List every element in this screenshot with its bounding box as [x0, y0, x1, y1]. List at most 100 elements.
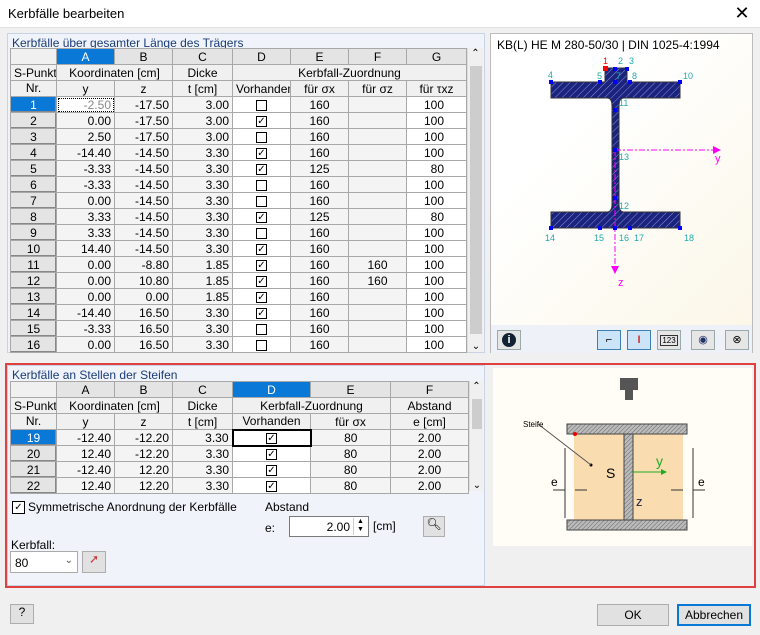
cell[interactable]: -17.50: [114, 112, 173, 129]
col-f[interactable]: F: [348, 48, 407, 65]
cell[interactable]: 160: [290, 96, 349, 113]
vorhanden-cell[interactable]: ✓: [232, 461, 311, 478]
cell[interactable]: 160: [290, 176, 349, 193]
cell[interactable]: 100: [406, 272, 467, 289]
cell[interactable]: 160: [290, 304, 349, 321]
row-header[interactable]: 16: [10, 336, 57, 353]
vorhanden-cell[interactable]: ✓: [232, 272, 291, 289]
vorhanden-cell[interactable]: [232, 96, 291, 113]
cell[interactable]: 0.00: [56, 192, 115, 209]
checkbox[interactable]: ✓: [266, 449, 277, 461]
cell[interactable]: -12.20: [114, 429, 173, 446]
reset-zoom-button[interactable]: ⊗: [725, 330, 749, 350]
cell[interactable]: 100: [406, 304, 467, 321]
row-header[interactable]: 3: [10, 128, 57, 145]
vorhanden-cell[interactable]: ✓: [232, 288, 291, 305]
cell[interactable]: 160: [290, 144, 349, 161]
cell[interactable]: 3.30: [172, 429, 233, 446]
row-header[interactable]: 19: [10, 429, 57, 446]
vorhanden-cell[interactable]: ✓: [232, 208, 291, 225]
cell[interactable]: 3.00: [172, 128, 233, 145]
cell[interactable]: 100: [406, 144, 467, 161]
cell[interactable]: [348, 208, 407, 225]
cell[interactable]: 160: [290, 192, 349, 209]
checkbox[interactable]: [256, 99, 267, 111]
cell[interactable]: 100: [406, 320, 467, 337]
cell[interactable]: -17.50: [114, 96, 173, 113]
cell[interactable]: 160: [290, 320, 349, 337]
vorhanden-cell[interactable]: ✓: [232, 445, 311, 462]
scroll-down-icon[interactable]: ⌄: [470, 480, 484, 491]
col-a[interactable]: A: [56, 381, 115, 398]
cell[interactable]: 100: [406, 240, 467, 257]
view-button[interactable]: ◉: [691, 330, 715, 350]
cancel-button[interactable]: Abbrechen: [677, 604, 751, 626]
cell[interactable]: 0.00: [114, 288, 173, 305]
cell[interactable]: -17.50: [114, 128, 173, 145]
cell[interactable]: 16.50: [114, 336, 173, 353]
cell[interactable]: 3.30: [172, 336, 233, 353]
checkbox[interactable]: [256, 227, 267, 239]
col-f[interactable]: F: [390, 381, 469, 398]
cell[interactable]: -14.50: [114, 160, 173, 177]
vorhanden-cell[interactable]: ✓: [232, 144, 291, 161]
cell[interactable]: 100: [406, 224, 467, 241]
cell[interactable]: 80: [310, 429, 391, 446]
row-header[interactable]: 20: [10, 445, 57, 462]
vorhanden-cell[interactable]: ✓: [232, 256, 291, 273]
checkbox[interactable]: ✓: [256, 259, 267, 271]
cell[interactable]: 0.00: [56, 256, 115, 273]
cell[interactable]: 100: [406, 288, 467, 305]
cell[interactable]: -12.20: [114, 445, 173, 462]
help-button[interactable]: ?: [10, 604, 34, 624]
cell[interactable]: [348, 224, 407, 241]
cell[interactable]: 80: [310, 477, 391, 494]
e-spinner[interactable]: 2.00 ▲ ▼: [289, 516, 369, 537]
cell[interactable]: 3.30: [172, 160, 233, 177]
cell[interactable]: -8.80: [114, 256, 173, 273]
info-button[interactable]: i: [497, 330, 521, 350]
col-e[interactable]: E: [290, 48, 349, 65]
cell[interactable]: -12.40: [56, 429, 115, 446]
kerbfall-select[interactable]: 80 ⌄: [10, 551, 78, 573]
col-g[interactable]: G: [406, 48, 467, 65]
top-scrollbar[interactable]: ⌃ ⌄: [467, 48, 483, 352]
row-header[interactable]: 5: [10, 160, 57, 177]
checkbox[interactable]: [256, 323, 267, 335]
cell[interactable]: -14.50: [114, 224, 173, 241]
cell[interactable]: 3.30: [172, 304, 233, 321]
vorhanden-cell[interactable]: ✓: [232, 160, 291, 177]
cell[interactable]: 3.30: [172, 224, 233, 241]
cell[interactable]: 160: [290, 128, 349, 145]
cell[interactable]: -14.50: [114, 176, 173, 193]
cell[interactable]: -3.33: [56, 176, 115, 193]
cell[interactable]: [348, 240, 407, 257]
cell[interactable]: 0.00: [56, 288, 115, 305]
cell[interactable]: 2.00: [390, 477, 469, 494]
vorhanden-cell[interactable]: [232, 320, 291, 337]
cell[interactable]: 1.85: [172, 272, 233, 289]
cell[interactable]: 160: [290, 272, 349, 289]
vorhanden-cell[interactable]: ✓: [232, 112, 291, 129]
cell[interactable]: 3.30: [172, 192, 233, 209]
checkbox[interactable]: ✓: [256, 115, 267, 127]
row-header[interactable]: 15: [10, 320, 57, 337]
row-header[interactable]: 2: [10, 112, 57, 129]
cell[interactable]: 100: [406, 256, 467, 273]
cell[interactable]: 3.30: [172, 461, 233, 478]
cell[interactable]: 80: [310, 461, 391, 478]
cell[interactable]: 125: [290, 160, 349, 177]
cell[interactable]: 160: [348, 256, 407, 273]
cell[interactable]: -14.40: [56, 144, 115, 161]
cell[interactable]: [348, 288, 407, 305]
checkbox[interactable]: ✓: [256, 275, 267, 287]
cell[interactable]: 12.40: [56, 445, 115, 462]
cell[interactable]: [348, 336, 407, 353]
cell[interactable]: 80: [406, 160, 467, 177]
checkbox[interactable]: ✓: [256, 307, 267, 319]
col-d[interactable]: D: [232, 48, 291, 65]
row-header[interactable]: 7: [10, 192, 57, 209]
cell[interactable]: 100: [406, 192, 467, 209]
cell[interactable]: 3.30: [172, 477, 233, 494]
row-header[interactable]: 12: [10, 272, 57, 289]
